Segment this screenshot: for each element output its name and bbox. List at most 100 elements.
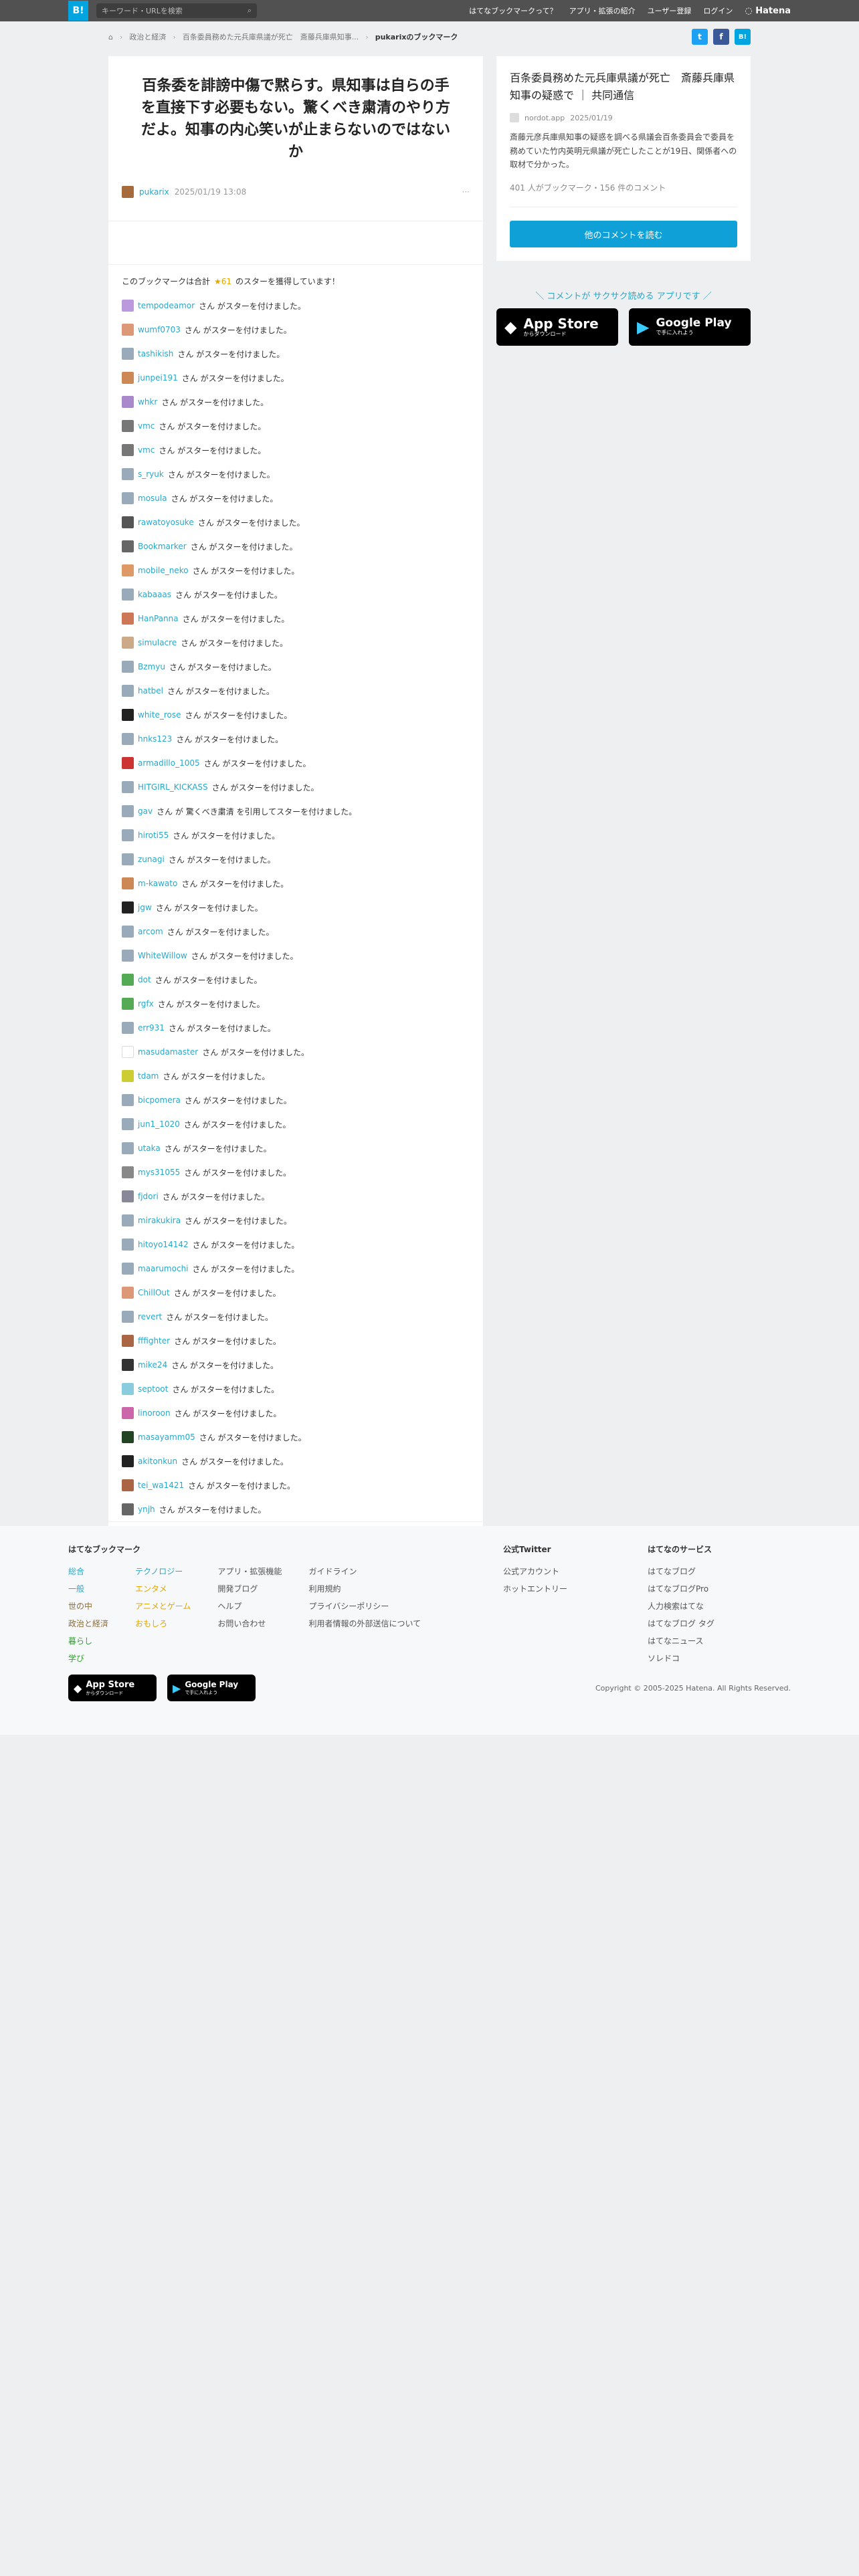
avatar[interactable] [122, 1287, 134, 1299]
star-user-link[interactable]: Bookmarker [138, 542, 187, 551]
footer-link[interactable]: 一般 [68, 1580, 108, 1598]
star-user-link[interactable]: mirakukira [138, 1216, 181, 1225]
avatar[interactable] [122, 1094, 134, 1106]
footer-link[interactable]: 利用者情報の外部送信について [308, 1615, 421, 1632]
star-user-link[interactable]: masudamaster [138, 1047, 198, 1057]
nav-about[interactable]: はてなブックマークって？ [469, 5, 557, 16]
star-user-link[interactable]: tei_wa1421 [138, 1481, 184, 1490]
star-user-link[interactable]: revert [138, 1312, 162, 1321]
footer-link[interactable]: 開発ブログ [217, 1580, 282, 1598]
star-user-link[interactable]: white_rose [138, 710, 181, 720]
footer-link[interactable]: 総合 [68, 1563, 108, 1580]
star-user-link[interactable]: zunagi [138, 855, 165, 864]
avatar[interactable] [122, 613, 134, 625]
star-button-area[interactable] [108, 221, 483, 265]
avatar[interactable] [122, 1166, 134, 1178]
avatar[interactable] [122, 1431, 134, 1443]
avatar[interactable] [122, 1503, 134, 1515]
star-user-link[interactable]: gav [138, 807, 153, 816]
avatar[interactable] [122, 1142, 134, 1154]
star-user-link[interactable]: whkr [138, 397, 157, 407]
avatar[interactable] [122, 1239, 134, 1251]
avatar[interactable] [122, 950, 134, 962]
star-user-link[interactable]: kabaaas [138, 590, 171, 599]
avatar[interactable] [122, 1214, 134, 1226]
avatar[interactable] [122, 444, 134, 456]
star-user-link[interactable]: WhiteWillow [138, 951, 187, 960]
hatena-brand[interactable]: ◌ Hatena [745, 6, 791, 16]
search-box[interactable]: キーワード・URLを検索 ⌕ [96, 3, 257, 18]
star-user-link[interactable]: simulacre [138, 638, 177, 647]
avatar[interactable] [122, 1455, 134, 1467]
avatar[interactable] [122, 877, 134, 889]
star-user-link[interactable]: err931 [138, 1023, 165, 1033]
star-user-link[interactable]: linoroon [138, 1408, 171, 1418]
footer-link[interactable]: 学び [68, 1650, 108, 1667]
avatar[interactable] [122, 1407, 134, 1419]
avatar[interactable] [122, 1046, 134, 1058]
star-user-link[interactable]: tdam [138, 1071, 159, 1081]
avatar[interactable] [122, 1190, 134, 1202]
star-user-link[interactable]: HITGIRL_KICKASS [138, 782, 208, 792]
avatar[interactable] [122, 348, 134, 360]
hatena-bookmark-button[interactable]: B! [735, 29, 751, 45]
star-user-link[interactable]: HanPanna [138, 614, 179, 623]
search-icon[interactable]: ⌕ [248, 6, 252, 15]
avatar[interactable] [122, 926, 134, 938]
avatar[interactable] [122, 1479, 134, 1491]
star-user-link[interactable]: junpei191 [138, 373, 178, 383]
star-user-link[interactable]: bicpomera [138, 1095, 181, 1105]
nav-signup[interactable]: ユーザー登録 [648, 5, 692, 16]
avatar[interactable] [122, 661, 134, 673]
avatar[interactable] [122, 805, 134, 817]
avatar[interactable] [122, 685, 134, 697]
avatar[interactable] [122, 516, 134, 528]
star-user-link[interactable]: mosula [138, 494, 167, 503]
entry-stats[interactable]: 401 人がブックマーク・156 件のコメント [510, 182, 737, 208]
star-user-link[interactable]: masayamm05 [138, 1432, 195, 1442]
breadcrumb-category[interactable]: 政治と経済 [129, 31, 166, 42]
footer-link[interactable]: はてなブログ [648, 1563, 714, 1580]
avatar[interactable] [122, 781, 134, 793]
footer-link[interactable]: 政治と経済 [68, 1615, 108, 1632]
footer-link[interactable]: はてなブログ タグ [648, 1615, 714, 1632]
star-user-link[interactable]: akitonkun [138, 1457, 177, 1466]
star-user-link[interactable]: maarumochi [138, 1264, 189, 1273]
hatebu-logo[interactable]: B! [68, 1, 88, 21]
star-user-link[interactable]: dot [138, 975, 151, 984]
read-comments-button[interactable]: 他のコメントを読む [510, 221, 737, 248]
avatar[interactable] [122, 1263, 134, 1275]
footer-link[interactable]: お問い合わせ [217, 1615, 282, 1632]
star-user-link[interactable]: vmc [138, 445, 155, 455]
footer-link[interactable]: ホットエントリー [503, 1580, 648, 1598]
avatar[interactable] [122, 637, 134, 649]
star-user-link[interactable]: m-kawato [138, 879, 177, 888]
avatar[interactable] [122, 1311, 134, 1323]
footer-link[interactable]: 人力検索はてな [648, 1598, 714, 1615]
avatar[interactable] [122, 468, 134, 480]
star-user-link[interactable]: mobile_neko [138, 566, 189, 575]
avatar[interactable] [122, 998, 134, 1010]
footer-link[interactable]: アニメとゲーム [135, 1598, 191, 1615]
footer-link[interactable]: 公式アカウント [503, 1563, 648, 1580]
star-user-link[interactable]: rawatoyosuke [138, 518, 194, 527]
avatar[interactable] [122, 974, 134, 986]
author-name[interactable]: pukarix [139, 187, 169, 197]
avatar[interactable] [122, 372, 134, 384]
nav-login[interactable]: ログイン [703, 5, 733, 16]
home-icon[interactable]: ⌂ [108, 33, 113, 41]
star-user-link[interactable]: hnks123 [138, 734, 172, 744]
star-user-link[interactable]: s_ryuk [138, 469, 164, 479]
avatar[interactable] [122, 853, 134, 865]
avatar[interactable] [122, 420, 134, 432]
star-user-link[interactable]: rgfx [138, 999, 154, 1008]
star-user-link[interactable]: jgw [138, 903, 152, 912]
avatar[interactable] [122, 1118, 134, 1130]
avatar[interactable] [122, 300, 134, 312]
avatar[interactable] [122, 396, 134, 408]
footer-link[interactable]: プライバシーポリシー [308, 1598, 421, 1615]
star-user-link[interactable]: fjdori [138, 1192, 159, 1201]
avatar[interactable] [122, 709, 134, 721]
avatar[interactable] [122, 186, 134, 198]
avatar[interactable] [122, 1359, 134, 1371]
